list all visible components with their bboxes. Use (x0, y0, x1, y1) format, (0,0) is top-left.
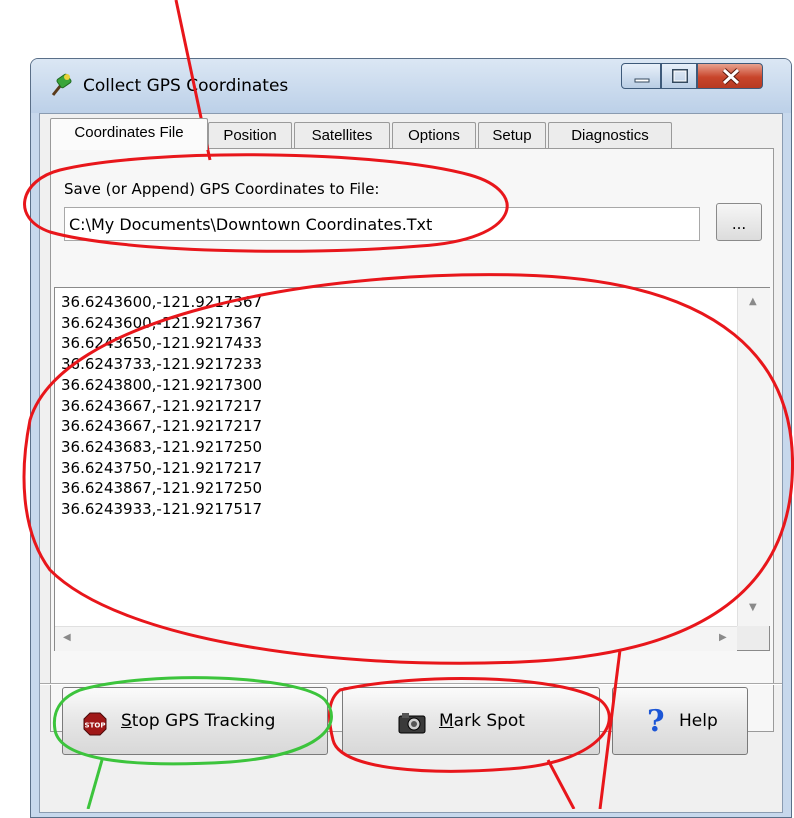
camera-icon (398, 713, 426, 734)
separator-highlight (40, 684, 782, 685)
tab-satellites[interactable]: Satellites (294, 122, 390, 148)
stop-sign-icon: STOP (83, 712, 107, 736)
window-title: Collect GPS Coordinates (83, 76, 289, 96)
scroll-up-icon[interactable]: ▲ (749, 296, 757, 307)
list-item[interactable]: 36.6243667,-121.9217217 (61, 416, 262, 437)
list-item[interactable]: 36.6243867,-121.9217250 (61, 478, 262, 499)
coordinates-list[interactable]: 36.6243600,-121.9217367 36.6243600,-121.9… (54, 287, 770, 651)
list-item[interactable]: 36.6243733,-121.9217233 (61, 354, 262, 375)
close-button[interactable] (697, 63, 763, 89)
stop-gps-tracking-button[interactable]: STOP Stop GPS Tracking (62, 687, 328, 755)
minimize-icon (634, 78, 650, 83)
list-item[interactable]: 36.6243600,-121.9217367 (61, 313, 262, 334)
list-item[interactable]: 36.6243683,-121.9217250 (61, 437, 262, 458)
satellite-icon (49, 71, 75, 97)
horizontal-scrollbar[interactable]: ◀ ▶ (55, 626, 737, 651)
tab-setup[interactable]: Setup (478, 122, 546, 148)
maximize-button[interactable] (661, 63, 697, 89)
list-item[interactable]: 36.6243600,-121.9217367 (61, 292, 262, 313)
mark-spot-button[interactable]: Mark Spot (342, 687, 600, 755)
svg-text:STOP: STOP (85, 722, 106, 730)
vertical-scrollbar[interactable]: ▲ ▼ (737, 288, 770, 626)
scrollbar-corner (737, 626, 769, 650)
list-item[interactable]: 36.6243800,-121.9217300 (61, 375, 262, 396)
list-item[interactable]: 36.6243750,-121.9217217 (61, 458, 262, 479)
title-bar[interactable]: Collect GPS Coordinates (31, 59, 791, 113)
scroll-left-icon[interactable]: ◀ (63, 632, 71, 643)
file-path-input[interactable] (64, 207, 700, 241)
scroll-down-icon[interactable]: ▼ (749, 602, 757, 613)
close-icon (722, 68, 740, 85)
tab-diagnostics[interactable]: Diagnostics (548, 122, 672, 148)
scroll-right-icon[interactable]: ▶ (719, 632, 727, 643)
list-item[interactable]: 36.6243933,-121.9217517 (61, 499, 262, 520)
coordinates-lines: 36.6243600,-121.9217367 36.6243600,-121.9… (61, 292, 262, 520)
maximize-icon (672, 69, 688, 83)
stop-button-label: Stop GPS Tracking (121, 711, 276, 731)
tab-options[interactable]: Options (392, 122, 476, 148)
mark-spot-label: Mark Spot (439, 711, 525, 731)
help-label: Help (679, 711, 718, 731)
browse-button[interactable]: ... (716, 203, 762, 241)
list-item[interactable]: 36.6243667,-121.9217217 (61, 396, 262, 417)
question-mark-icon: ? (647, 704, 665, 739)
help-button[interactable]: ? Help (612, 687, 748, 755)
save-file-label: Save (or Append) GPS Coordinates to File… (64, 180, 380, 198)
minimize-button[interactable] (621, 63, 661, 89)
list-item[interactable]: 36.6243650,-121.9217433 (61, 333, 262, 354)
tab-coordinates-file[interactable]: Coordinates File (50, 118, 208, 150)
tab-position[interactable]: Position (208, 122, 292, 148)
